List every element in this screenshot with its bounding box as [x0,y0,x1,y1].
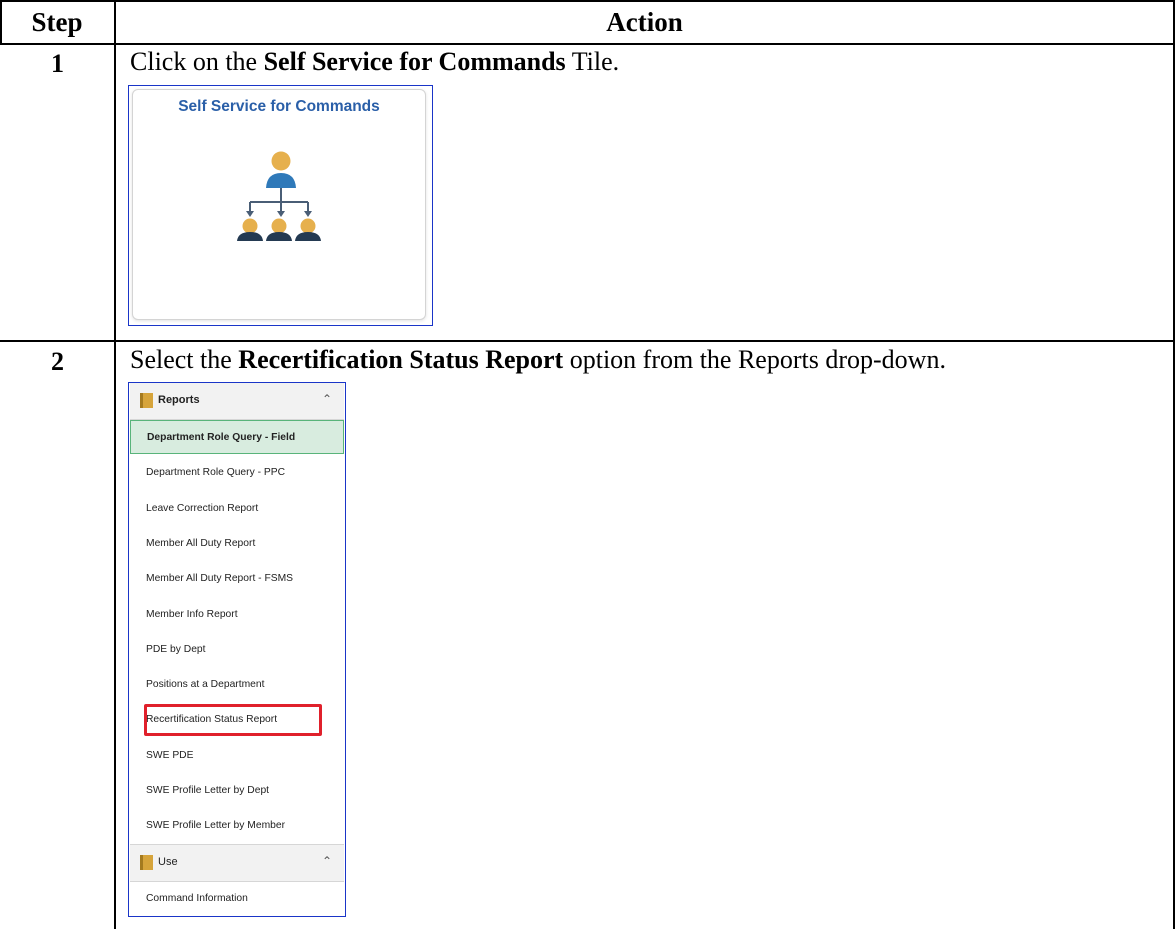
use-section-label: Use [158,856,178,868]
step-1-text-pre: Click on the [130,47,264,76]
step-2-text-pre: Select the [130,345,239,374]
nav-item-member-all-duty-report[interactable]: Member All Duty Report [130,526,344,560]
step-2-text-bold: Recertification Status Report [238,345,564,374]
step-1-text-bold: Self Service for Commands [263,47,566,76]
step-number-1: 1 [51,49,64,78]
table-header-divider [0,43,1175,45]
header-step: Step [31,6,83,37]
nav-item-department-role-query-ppc[interactable]: Department Role Query - PPC [130,455,344,489]
nav-item-positions-at-a-department[interactable]: Positions at a Department [130,667,344,701]
use-section-header[interactable]: Use ⌃ [130,844,344,882]
chevron-up-icon[interactable]: ⌃ [322,854,332,868]
nav-item-swe-profile-letter-by-member[interactable]: SWE Profile Letter by Member [130,808,344,842]
reports-section-header[interactable]: Reports ⌃ [130,383,344,420]
org-chart-icon [237,151,321,241]
reports-section-label: Reports [158,394,200,406]
folder-icon [140,393,153,408]
table-column-divider [114,0,116,929]
self-service-for-commands-tile[interactable]: Self Service for Commands [132,89,426,320]
step-2-text-post: option from the Reports drop-down. [563,345,946,374]
folder-icon [140,855,153,870]
step-number-2: 2 [51,347,64,376]
step-2-instruction: Select the Recertification Status Report… [130,345,946,375]
step-1-text-post: Tile. [565,47,620,76]
nav-item-swe-pde[interactable]: SWE PDE [130,738,344,772]
step-1-instruction: Click on the Self Service for Commands T… [130,47,619,77]
nav-item-command-information[interactable]: Command Information [130,881,344,915]
header-action: Action [606,6,683,37]
nav-item-department-role-query-field[interactable]: Department Role Query - Field [130,420,344,454]
nav-item-pde-by-dept[interactable]: PDE by Dept [130,632,344,666]
nav-item-member-info-report[interactable]: Member Info Report [130,597,344,631]
nav-item-leave-correction-report[interactable]: Leave Correction Report [130,491,344,525]
chevron-up-icon[interactable]: ⌃ [322,392,332,406]
table-row-divider [0,340,1175,342]
highlight-callout [144,704,322,736]
nav-item-member-all-duty-report-fsms[interactable]: Member All Duty Report - FSMS [130,561,344,595]
nav-item-swe-profile-letter-by-dept[interactable]: SWE Profile Letter by Dept [130,773,344,807]
reports-nav-screenshot: Reports ⌃ Department Role Query - Field … [128,382,346,917]
